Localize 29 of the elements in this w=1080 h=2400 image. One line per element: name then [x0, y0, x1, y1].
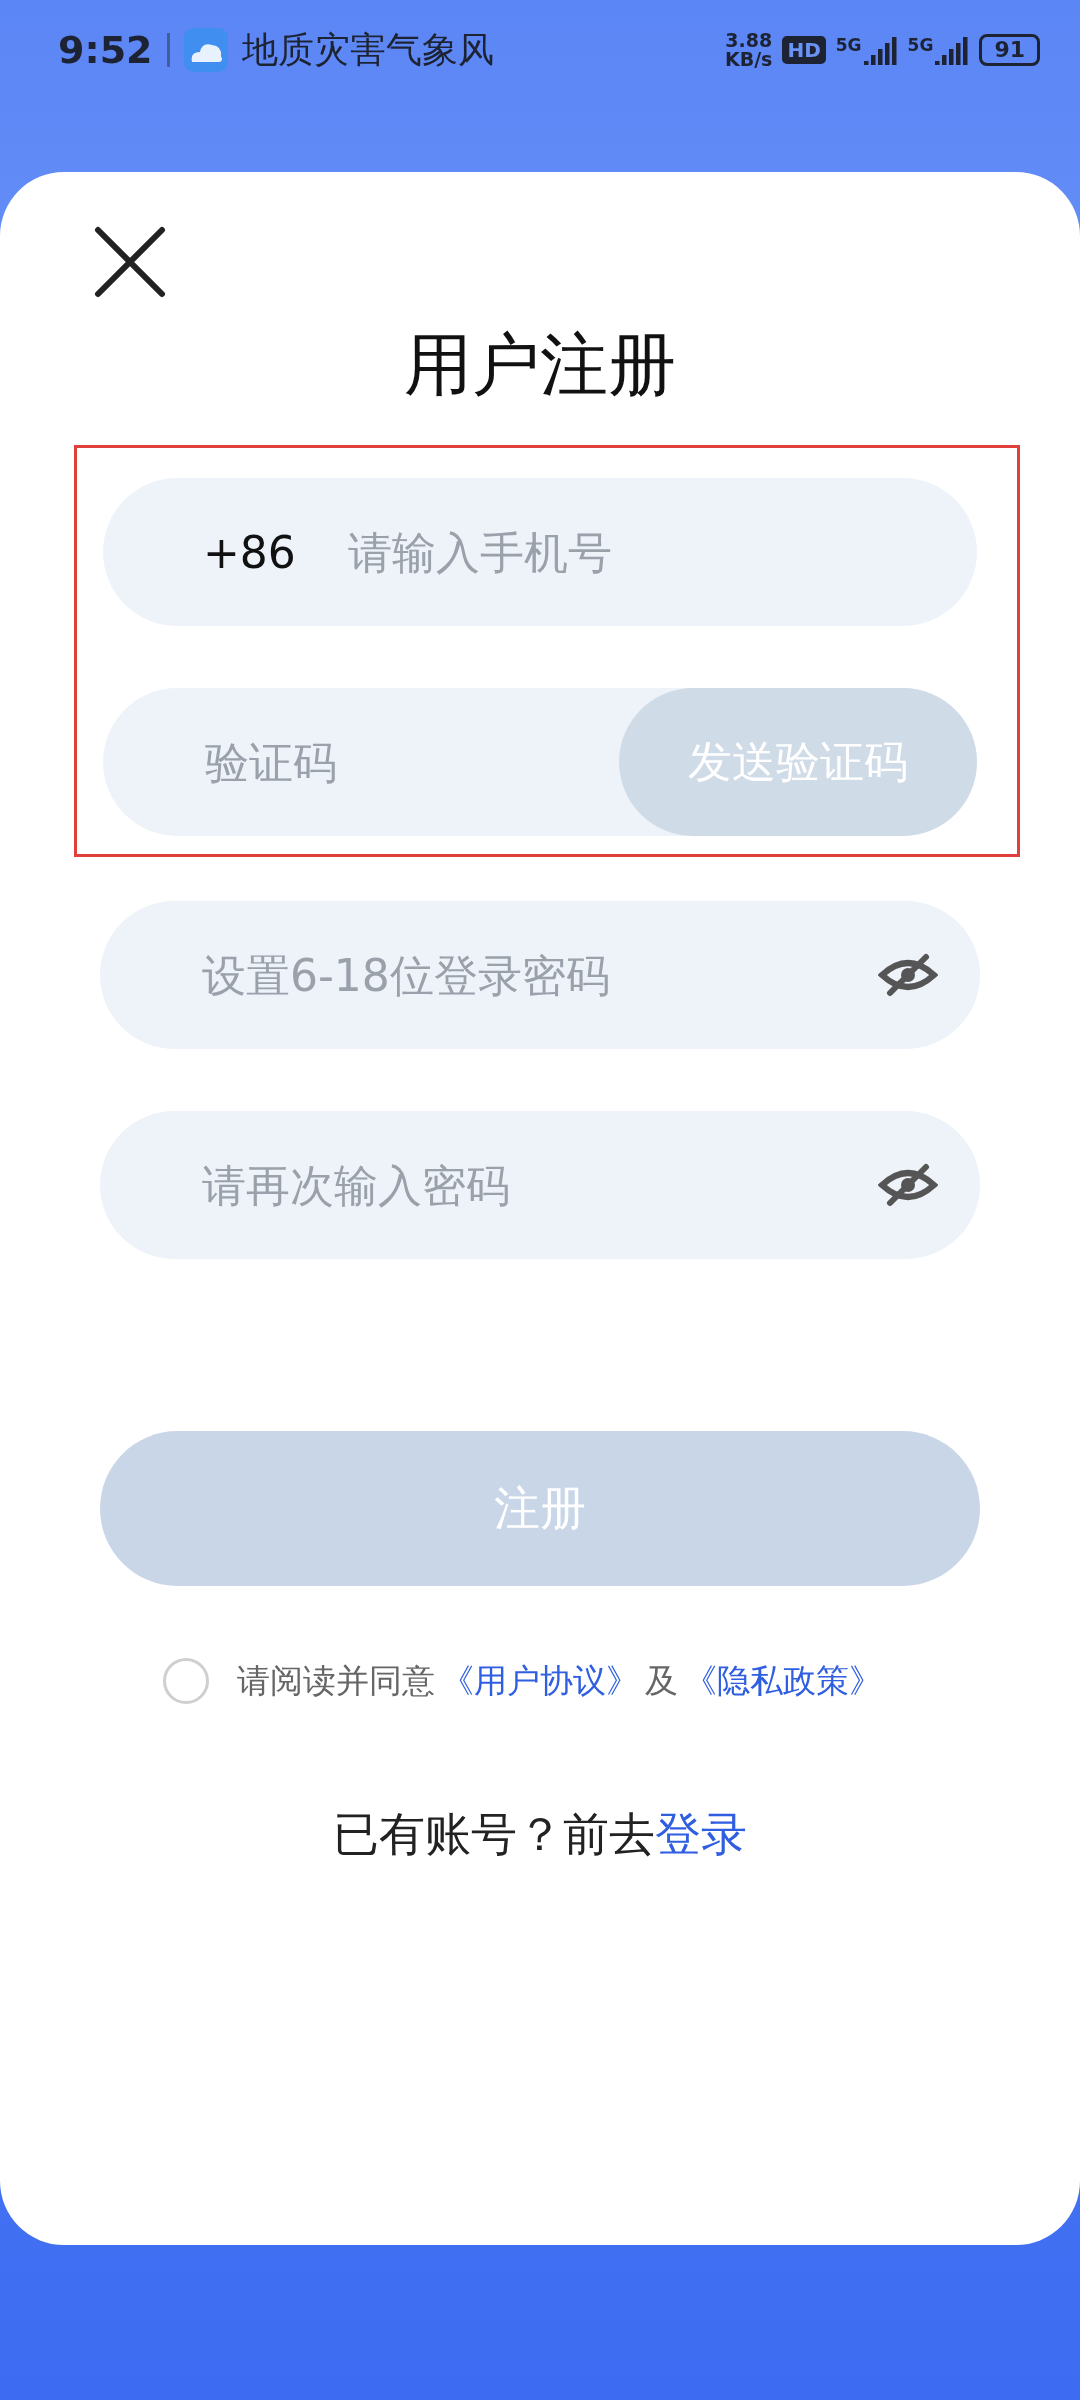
eye-off-icon[interactable]: [878, 1163, 938, 1207]
agreement-text: 请阅读并同意: [237, 1659, 435, 1702]
phone-input[interactable]: 请输入手机号: [345, 525, 977, 579]
network-type: 5G: [907, 35, 934, 55]
signal-icon: [935, 35, 970, 65]
cloud-app-icon: [183, 28, 228, 72]
login-link[interactable]: 登录: [655, 1807, 747, 1861]
login-prompt: 已有账号？前去: [333, 1807, 655, 1861]
agree-checkbox[interactable]: [163, 1658, 209, 1704]
policy-link[interactable]: 《隐私政策》: [684, 1658, 882, 1704]
password-input[interactable]: 设置6-18位登录密码: [200, 948, 878, 1002]
signal-icon: [863, 35, 898, 65]
battery-level: 91: [979, 34, 1040, 66]
network-speed: 3.88 KB/s: [724, 31, 773, 69]
close-button[interactable]: [92, 224, 168, 300]
policy-link[interactable]: 《用户协议》: [441, 1658, 639, 1704]
password-field[interactable]: 设置6-18位登录密码: [100, 901, 980, 1049]
status-time: 9:52: [58, 28, 153, 72]
code-input[interactable]: 验证码: [203, 735, 619, 789]
country-code: +86: [203, 526, 296, 578]
agreement-text: 及: [645, 1659, 678, 1702]
eye-off-icon[interactable]: [878, 953, 938, 997]
notification-app-title: 地质灾害气象风: [241, 27, 494, 72]
network-type: 5G: [835, 35, 862, 55]
phone-field[interactable]: +86 请输入手机号: [103, 478, 977, 626]
hd-badge: HD: [782, 36, 826, 64]
page-title: 用户注册: [403, 324, 677, 406]
password-field[interactable]: 请再次输入密码: [100, 1111, 980, 1259]
password-input[interactable]: 请再次输入密码: [200, 1158, 878, 1212]
